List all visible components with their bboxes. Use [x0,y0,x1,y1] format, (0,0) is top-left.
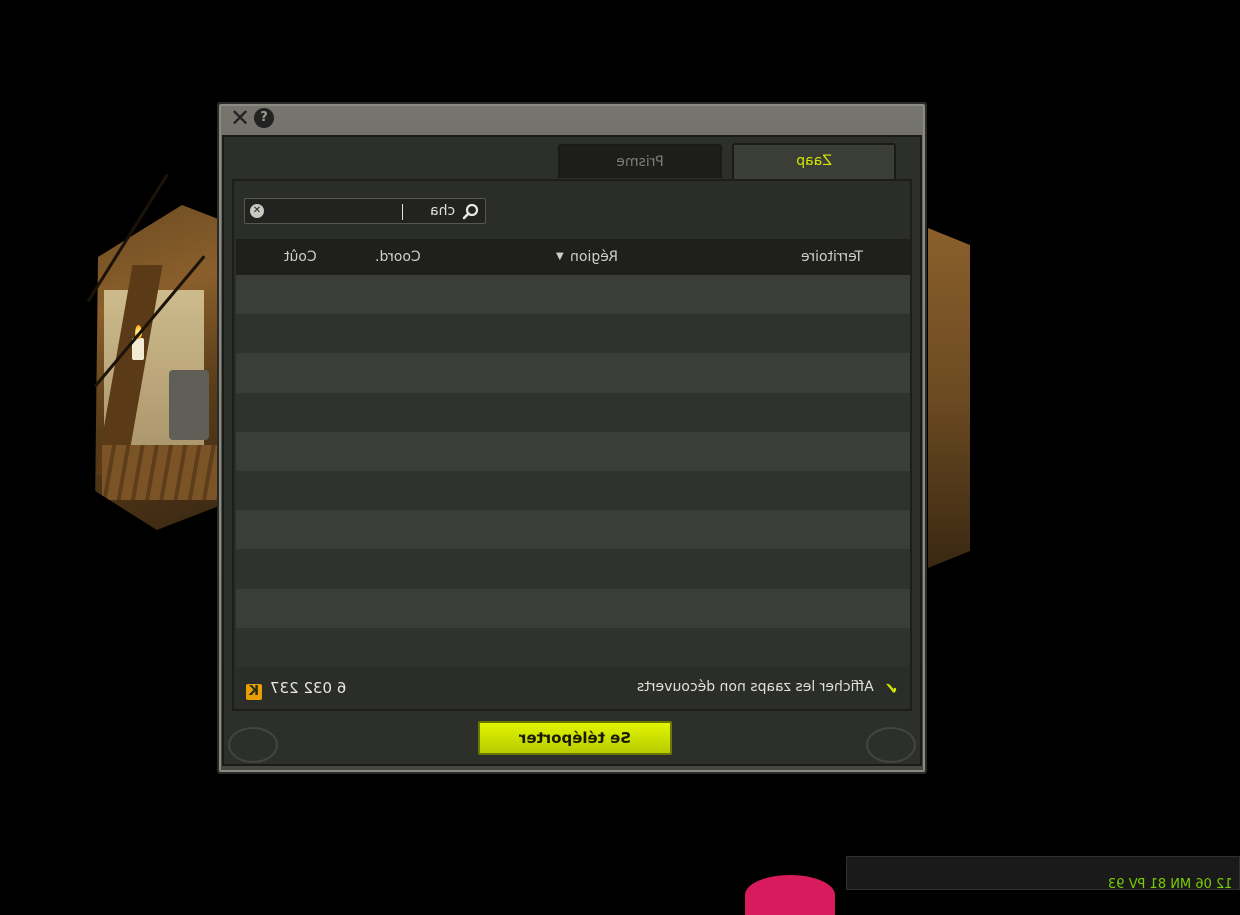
checkmark-icon[interactable]: ✔ [880,679,898,698]
search-input-value: cha [429,203,455,219]
scene-floor [102,445,217,500]
tab-zaap[interactable]: Zaap [732,143,896,179]
health-heart-icon[interactable] [745,875,835,915]
show-undiscovered-checkbox[interactable]: Afficher les zaaps non découverts ✔ [637,679,898,698]
text-caret [402,204,403,220]
scene-building-right [928,228,970,568]
dialog-body: Prisme Zaap ✕ cha Territoire Région ▼ Co… [222,135,922,766]
zaap-list-panel: ✕ cha Territoire Région ▼ Coord. Coût K … [232,179,912,711]
table-row [236,510,910,550]
sort-arrow-icon: ▼ [556,251,564,262]
search-icon [462,203,479,220]
corner-ornament-right [866,727,916,763]
clear-icon[interactable]: ✕ [250,204,264,218]
teleport-button[interactable]: Se téléporter [478,721,672,755]
kamas-icon: K [246,684,262,700]
dialog-titlebar: ✕ ? [217,102,927,134]
help-icon[interactable]: ? [254,108,274,128]
column-territoire[interactable]: Territoire [801,249,863,265]
table-row [236,470,910,511]
zaap-list[interactable] [236,275,910,667]
column-coord[interactable]: Coord. [375,249,421,265]
kamas-balance: K 6 032 237 [246,679,346,700]
table-row [236,549,910,589]
chat-panel[interactable]: 12 06 MN 81 PV 93 [846,856,1240,892]
tab-prisme[interactable]: Prisme [558,144,722,178]
panel-footer: K 6 032 237 Afficher les zaaps non découv… [236,667,910,709]
table-row [236,627,910,667]
table-row [236,314,910,354]
table-row [236,392,910,432]
table-row [236,588,910,628]
kamas-amount: 6 032 237 [270,679,347,697]
corner-ornament-left [228,727,278,763]
zaap-dialog: ✕ ? Prisme Zaap ✕ cha Territoire Région … [217,102,927,774]
table-row [236,431,910,471]
scene-building-left [95,205,224,530]
column-cout[interactable]: Coût [284,249,317,265]
show-undiscovered-label: Afficher les zaaps non découverts [637,679,874,695]
table-row [236,275,910,315]
search-input[interactable]: ✕ cha [244,198,486,224]
teleport-button-label: Se téléporter [518,729,632,747]
close-icon[interactable]: ✕ [230,106,250,130]
table-header: Territoire Région ▼ Coord. Coût [236,239,910,275]
scene-anvil [169,370,209,440]
column-region[interactable]: Région [570,249,618,265]
table-row [236,353,910,393]
